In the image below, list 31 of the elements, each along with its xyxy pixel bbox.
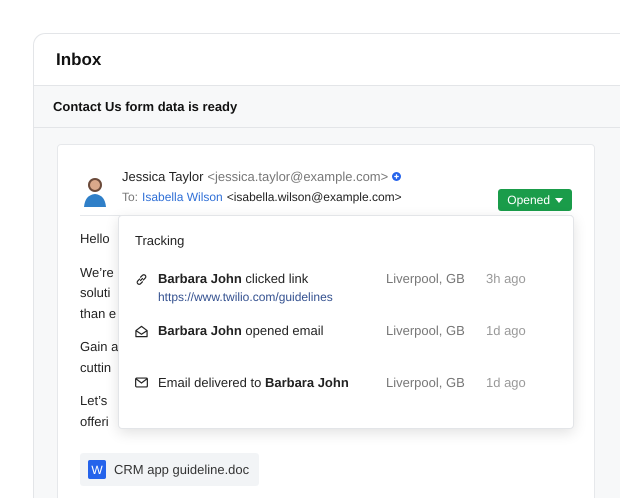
link-icon bbox=[135, 273, 148, 286]
recipient-address: <isabella.wilson@example.com> bbox=[226, 190, 402, 204]
event-text: Barbara John clicked link bbox=[158, 271, 310, 286]
body-paragraph: Hello bbox=[80, 230, 110, 248]
attachment-chip[interactable]: W CRM app guideline.doc bbox=[80, 453, 260, 486]
inbox-title: Inbox bbox=[56, 50, 102, 70]
tracked-link[interactable]: https://www.twilio.com/guidelines bbox=[158, 290, 386, 304]
attachment-name: CRM app guideline.doc bbox=[114, 462, 250, 477]
event-location: Liverpool, GB bbox=[386, 375, 466, 390]
body-paragraph: Let’s offeri bbox=[80, 392, 109, 430]
event-time: 3h ago bbox=[486, 271, 526, 286]
plus-icon[interactable] bbox=[392, 172, 402, 181]
to-label: To: bbox=[122, 190, 138, 204]
sender-name: Jessica Taylor bbox=[122, 169, 204, 184]
event-time: 1d ago bbox=[486, 375, 526, 390]
status-dropdown-button[interactable]: Opened bbox=[498, 189, 572, 211]
event-text: Barbara John opened email bbox=[158, 323, 324, 338]
body-paragraph: Gain a cuttin bbox=[80, 338, 118, 376]
email-subject: Contact Us form data is ready bbox=[53, 99, 238, 114]
document-icon: W bbox=[88, 460, 106, 479]
sender-address: <jessica.taylor@example.com> bbox=[207, 169, 388, 184]
caret-icon bbox=[555, 198, 563, 202]
open-envelope-icon bbox=[135, 325, 148, 338]
body-paragraph: We’re soluti than e bbox=[80, 264, 116, 322]
event-location: Liverpool, GB bbox=[386, 323, 466, 338]
tracking-title: Tracking bbox=[135, 233, 186, 248]
event-text: Email delivered to Barbara John bbox=[158, 375, 350, 390]
recipient-link[interactable]: Isabella Wilson bbox=[142, 190, 223, 204]
envelope-icon bbox=[135, 377, 148, 388]
event-time: 1d ago bbox=[486, 323, 526, 338]
event-location: Liverpool, GB bbox=[386, 271, 466, 286]
